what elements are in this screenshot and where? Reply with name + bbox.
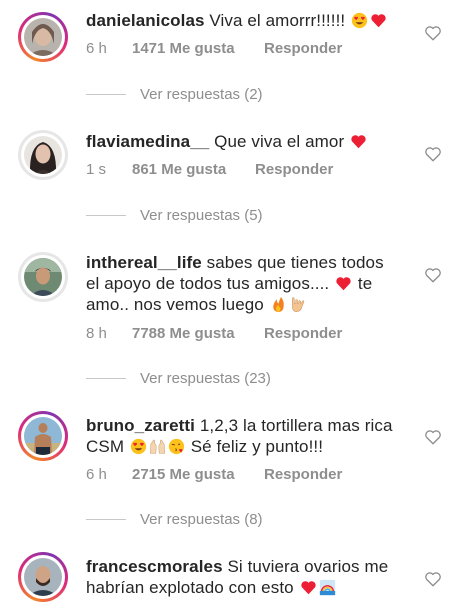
view-replies-label[interactable]: Ver respuestas (5) xyxy=(140,207,263,224)
like-heart-icon[interactable] xyxy=(424,266,442,284)
comment-body-line2-end: Sé feliz y punto!!! xyxy=(190,437,324,456)
comment-username[interactable]: francescmorales xyxy=(86,557,223,576)
view-replies-label[interactable]: Ver respuestas (8) xyxy=(140,511,263,528)
comment-body-line2-end: te xyxy=(357,274,373,293)
like-heart-icon[interactable] xyxy=(424,145,442,163)
view-replies-link[interactable]: Ver respuestas (23) xyxy=(86,370,271,387)
view-replies-link[interactable]: Ver respuestas (8) xyxy=(86,511,263,528)
smiling-face-heart-eyes-icon xyxy=(130,438,147,455)
red-heart-icon xyxy=(351,135,366,149)
like-heart-icon[interactable] xyxy=(424,428,442,446)
comment-text: danielanicolas Viva el amorrr!!!!!! xyxy=(86,10,406,31)
face-blowing-kiss-icon xyxy=(168,438,185,455)
comment-body-line1: 1,2,3 la tortillera mas rica xyxy=(199,416,393,435)
rainbow-icon xyxy=(319,579,335,596)
comment-text: inthereal__life sabes que tienes todos e… xyxy=(86,252,416,315)
comment-meta: 6 h 1471 Me gusta Responder xyxy=(86,40,342,57)
reply-button[interactable]: Responder xyxy=(264,466,342,483)
likes-count[interactable]: 7788 Me gusta xyxy=(132,325,264,342)
comment-body-line2: el apoyo de todos tus amigos.... xyxy=(86,274,330,293)
comment-time: 8 h xyxy=(86,325,107,342)
comment-text: bruno_zaretti 1,2,3 la tortillera mas ri… xyxy=(86,415,406,457)
comment-meta: 6 h 2715 Me gusta Responder xyxy=(86,466,342,483)
comment-body-line2-start: CSM xyxy=(86,437,125,456)
comment-time: 6 h xyxy=(86,466,107,483)
like-heart-icon[interactable] xyxy=(424,570,442,588)
love-you-gesture-icon xyxy=(291,297,304,312)
fire-icon xyxy=(272,296,284,313)
comment-username[interactable]: bruno_zaretti xyxy=(86,416,195,435)
avatar[interactable] xyxy=(18,130,68,180)
reply-button[interactable]: Responder xyxy=(264,325,342,342)
comment-text: francescmorales Si tuviera ovarios me ha… xyxy=(86,556,406,598)
comment-meta: 1 s 861 Me gusta Responder xyxy=(86,161,333,178)
comment-username[interactable]: flaviamedina__ xyxy=(86,132,209,151)
avatar-photo-icon xyxy=(24,136,62,174)
comment-body-line3: amo.. nos vemos luego xyxy=(86,295,264,314)
view-replies-link[interactable]: Ver respuestas (2) xyxy=(86,86,263,103)
likes-count[interactable]: 861 Me gusta xyxy=(132,161,255,178)
raising-hands-icon xyxy=(149,439,165,454)
avatar-photo-icon xyxy=(24,417,62,455)
avatar-photo-icon xyxy=(24,558,62,596)
reply-button[interactable]: Responder xyxy=(255,161,333,178)
likes-count[interactable]: 2715 Me gusta xyxy=(132,466,264,483)
comment-text: flaviamedina__ Que viva el amor xyxy=(86,131,406,152)
red-heart-icon xyxy=(300,581,316,595)
comment-username[interactable]: inthereal__life xyxy=(86,253,202,272)
avatar[interactable] xyxy=(18,552,68,602)
divider-line xyxy=(86,377,126,379)
comment-username[interactable]: danielanicolas xyxy=(86,11,205,30)
comment-body: Que viva el amor xyxy=(214,132,345,151)
view-replies-label[interactable]: Ver respuestas (2) xyxy=(140,86,263,103)
comment-body-line2: habrían explotado con esto xyxy=(86,578,294,597)
comment-body: Viva el amorrr!!!!!! xyxy=(209,11,346,30)
likes-count[interactable]: 1471 Me gusta xyxy=(132,40,264,57)
divider-line xyxy=(86,518,126,520)
avatar[interactable] xyxy=(18,411,68,461)
avatar-photo-icon xyxy=(24,258,62,296)
comment-time: 6 h xyxy=(86,40,107,57)
reply-button[interactable]: Responder xyxy=(264,40,342,57)
comment-time: 1 s xyxy=(86,161,107,178)
view-replies-link[interactable]: Ver respuestas (5) xyxy=(86,207,263,224)
avatar[interactable] xyxy=(18,252,68,302)
red-heart-icon xyxy=(336,277,351,291)
divider-line xyxy=(86,214,126,216)
divider-line xyxy=(86,93,126,95)
red-heart-icon xyxy=(371,14,386,28)
smiling-face-heart-eyes-icon xyxy=(351,12,368,29)
avatar-photo-icon xyxy=(24,18,62,56)
comment-body-line1: sabes que tienes todos xyxy=(206,253,384,272)
comment-meta: 8 h 7788 Me gusta Responder xyxy=(86,325,342,342)
view-replies-label[interactable]: Ver respuestas (23) xyxy=(140,370,271,387)
comment-body-line1: Si tuviera ovarios me xyxy=(227,557,389,576)
avatar[interactable] xyxy=(18,12,68,62)
like-heart-icon[interactable] xyxy=(424,24,442,42)
